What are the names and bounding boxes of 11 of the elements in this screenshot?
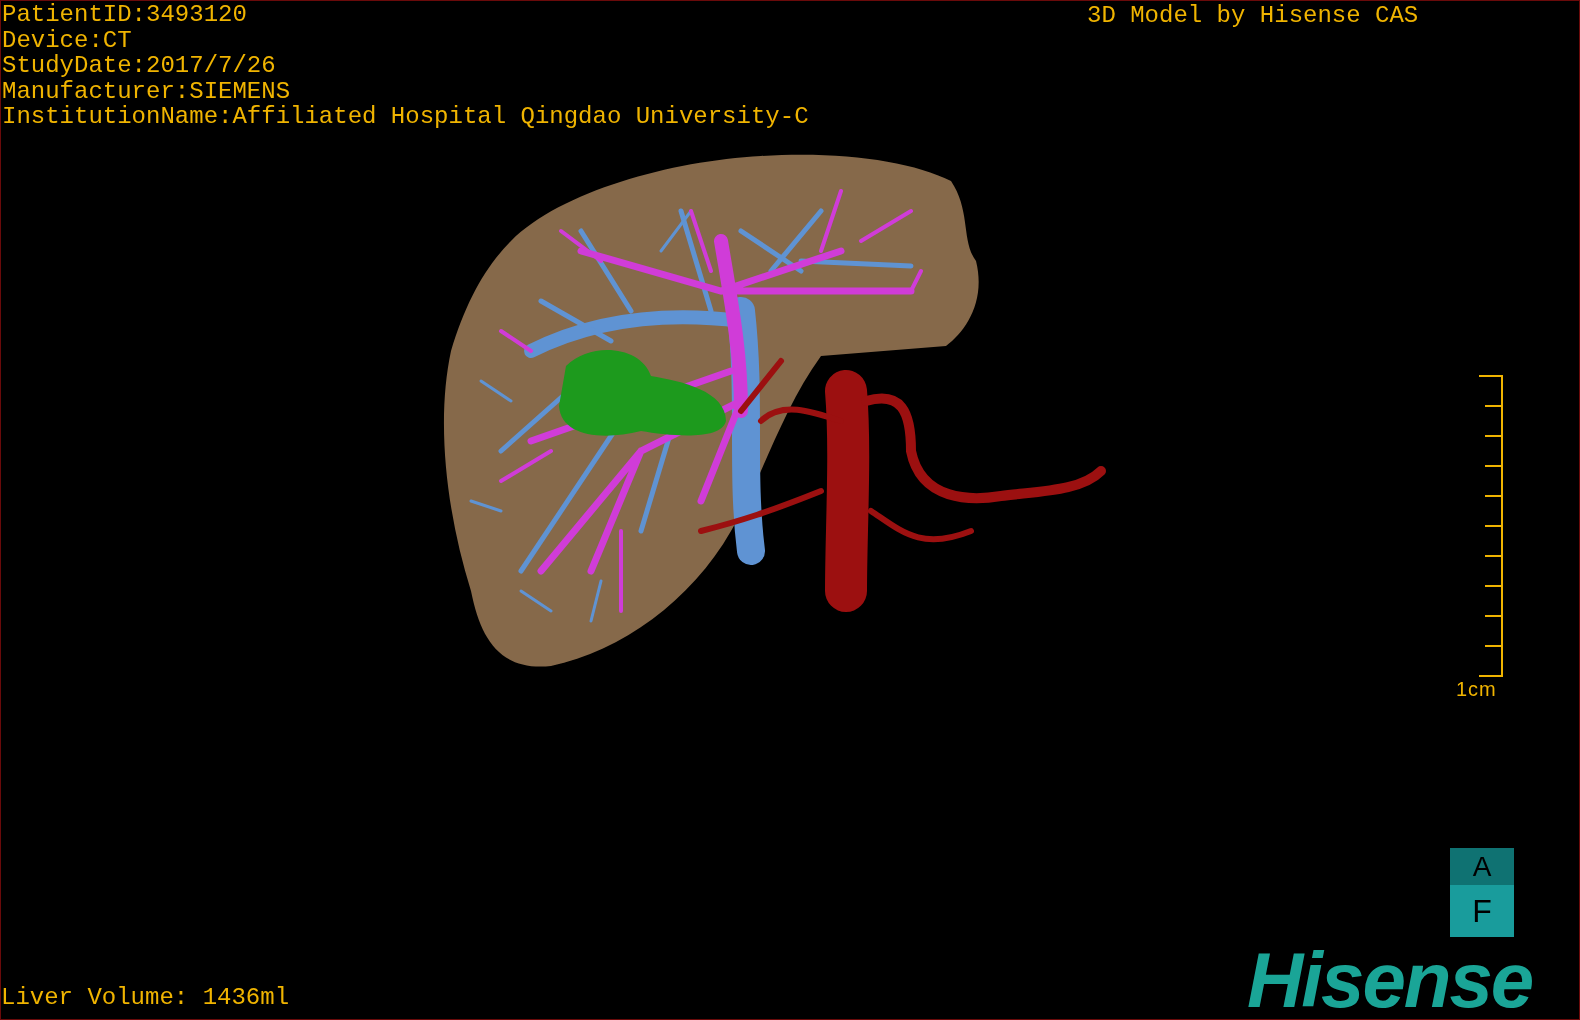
patient-info-line: Device:CT (2, 27, 133, 53)
brand-logo: Hisense (1247, 941, 1533, 1019)
patient-info-line: InstitutionName:Affiliated Hospital Qingdao University-C (2, 104, 809, 130)
viewer-title: 3D Model by Hisense CAS (1087, 3, 1419, 28)
scale-label: 1cm (1456, 677, 1497, 701)
orientation-marker-bottom: F (1450, 885, 1514, 937)
patient-info-line: Manufacturer:SIEMENS (2, 78, 292, 104)
liver-volume-label: Liver Volume: 1436ml (1, 985, 290, 1010)
patient-info-line: PatientID:3493120 (2, 2, 248, 28)
patient-info-line: StudyDate:2017/7/26 (2, 53, 277, 79)
orientation-marker-top: A (1450, 848, 1514, 885)
